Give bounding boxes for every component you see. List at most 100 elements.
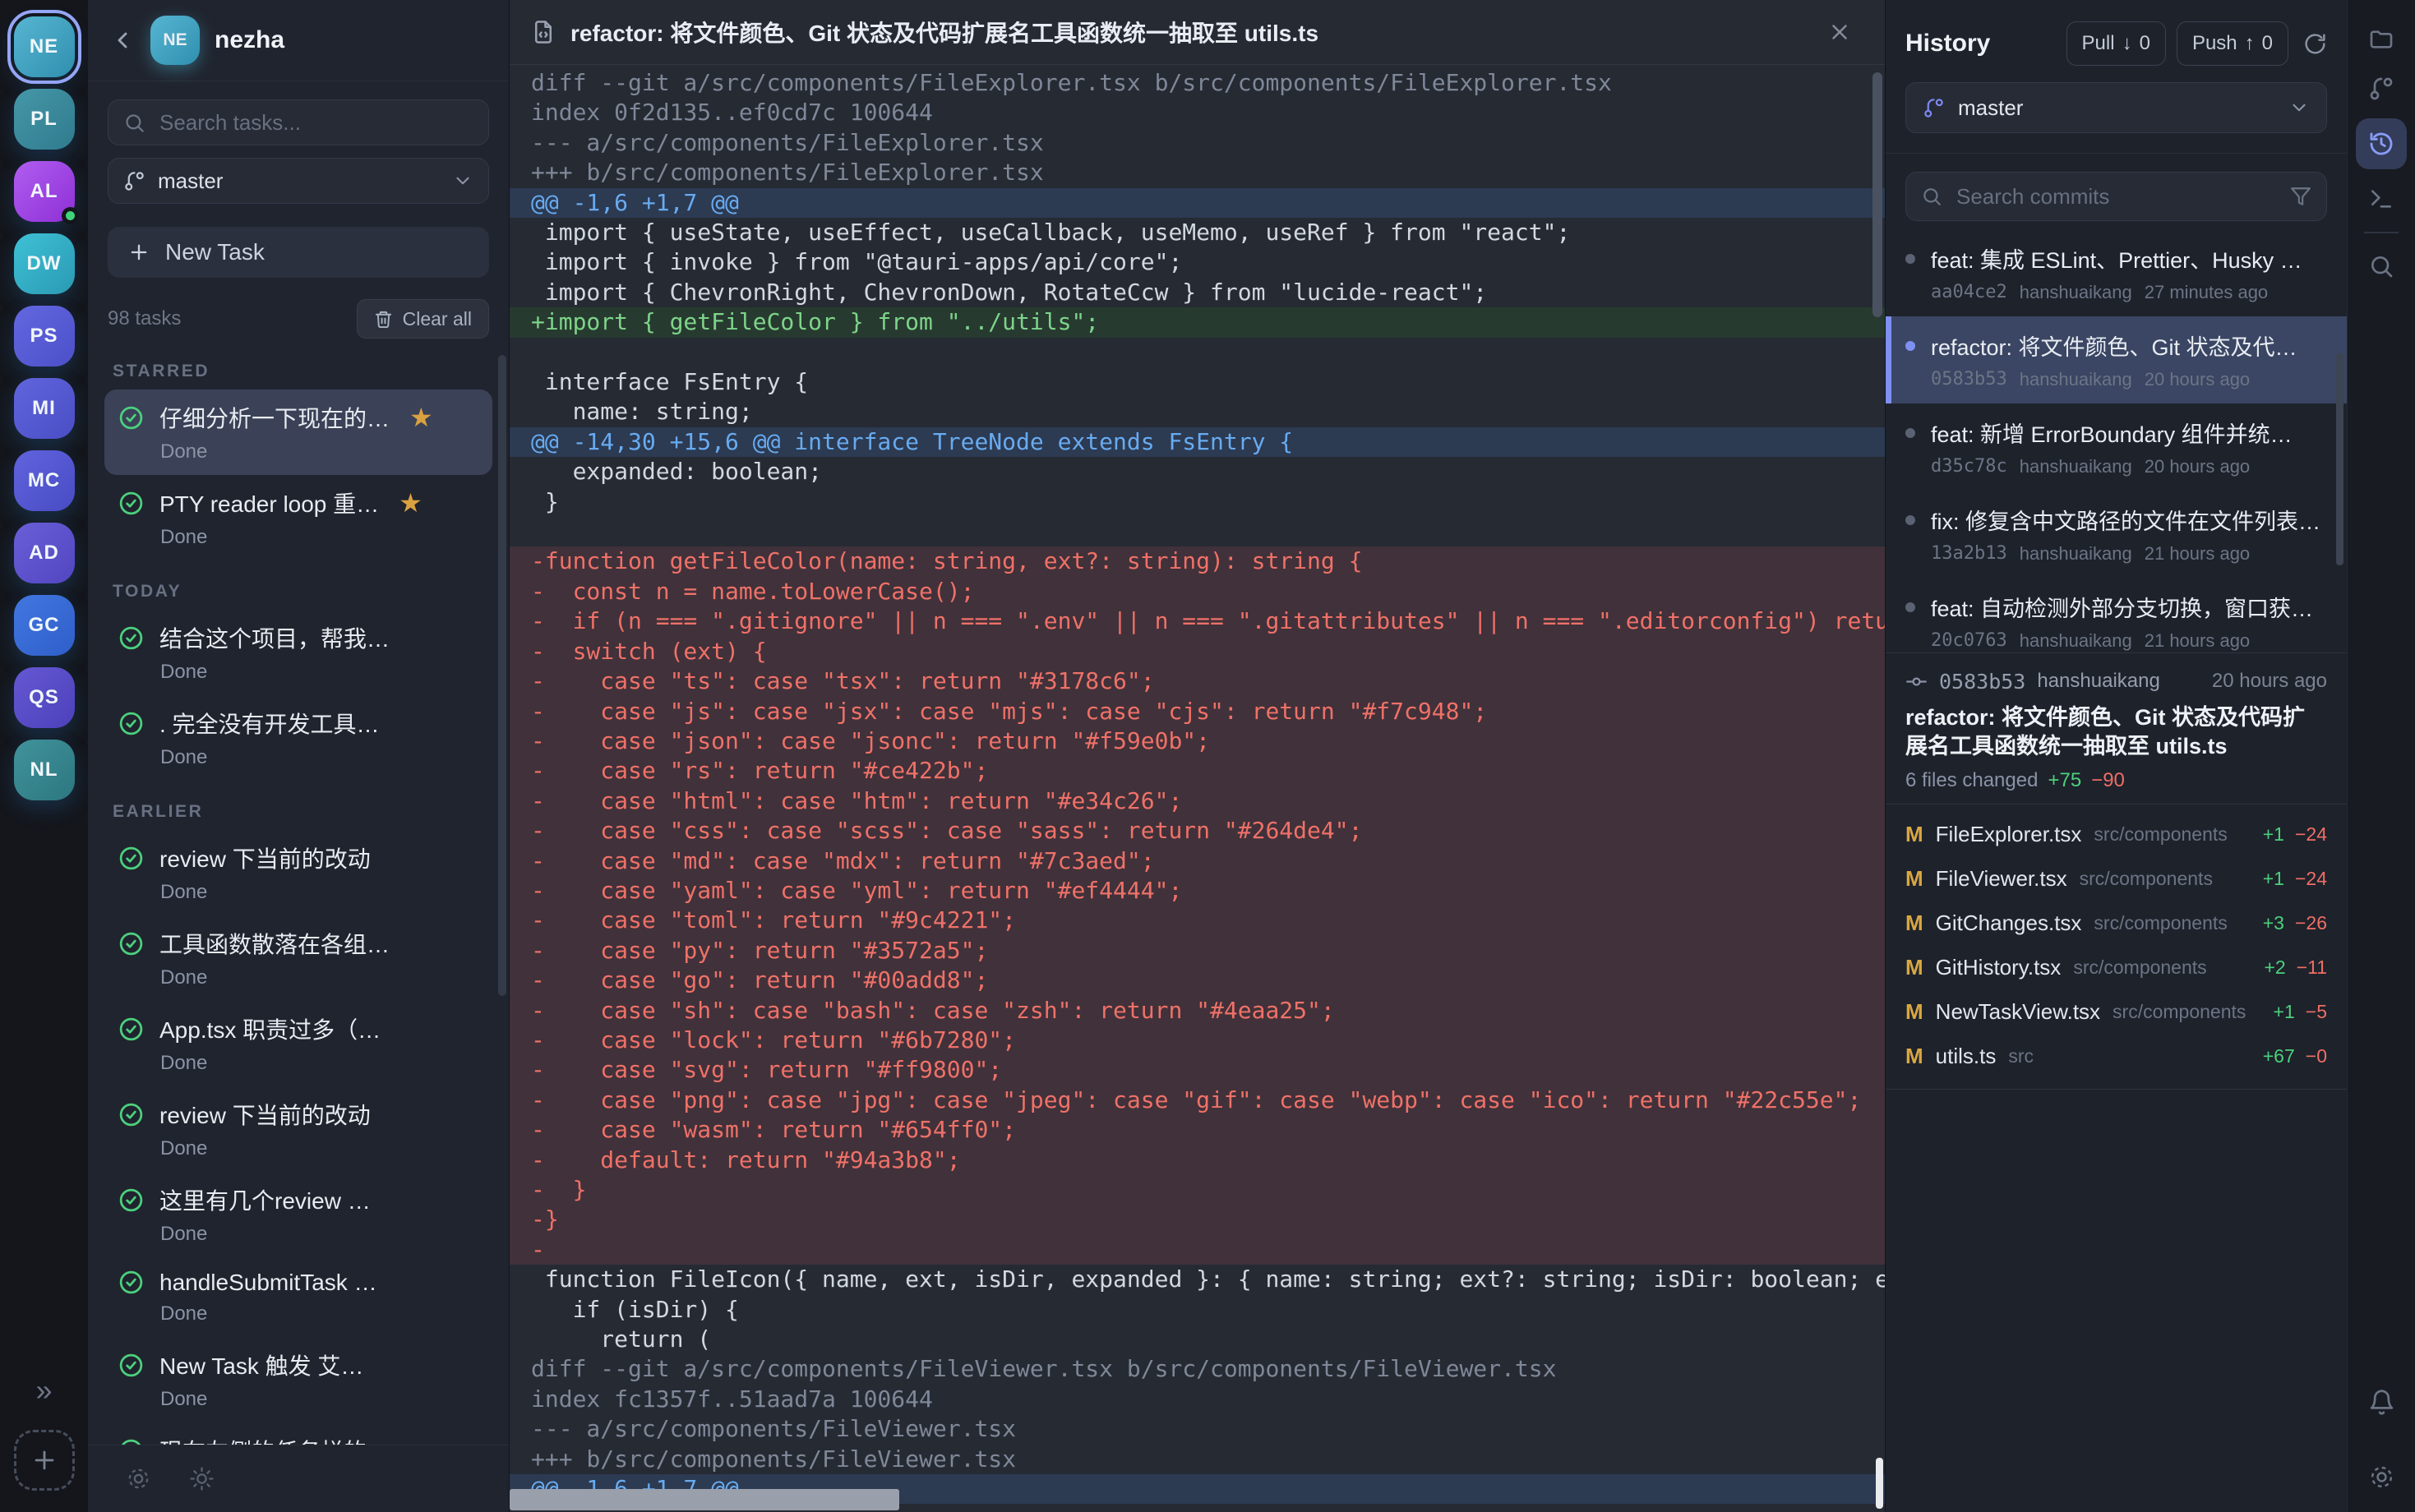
- diff-line: @@ -14,30 +15,6 @@ interface TreeNode ex…: [510, 427, 1885, 457]
- star-icon[interactable]: ★: [399, 490, 423, 516]
- task-search-box[interactable]: [108, 99, 489, 145]
- diff-vertical-scrollbar[interactable]: [1872, 72, 1882, 317]
- history-tab-active[interactable]: [2356, 118, 2407, 169]
- sidebar-scrollbar[interactable]: [498, 355, 506, 996]
- file-name: NewTaskView.tsx: [1936, 999, 2100, 1025]
- workspace-avatar[interactable]: PS: [14, 306, 75, 366]
- changed-file-row[interactable]: M utils.ts src +67 −0: [1905, 1035, 2327, 1079]
- workspace-avatar[interactable]: PL: [14, 89, 75, 150]
- workspace-avatar[interactable]: AL: [14, 161, 75, 222]
- task-item[interactable]: 工具函数散落在各组… Done: [104, 915, 492, 1001]
- workspace-avatar[interactable]: NL: [14, 740, 75, 800]
- push-button[interactable]: Push ↑ 0: [2177, 21, 2288, 66]
- expand-rail-button[interactable]: »: [35, 1376, 52, 1405]
- section-header-today: TODAY: [113, 582, 484, 602]
- task-item[interactable]: 现在左侧的任务栏的… Done: [104, 1422, 492, 1445]
- pull-label: Pull: [2082, 32, 2115, 55]
- diff-line: import { invoke } from "@tauri-apps/api/…: [510, 247, 1885, 277]
- workspace-avatar[interactable]: QS: [14, 667, 75, 728]
- task-item[interactable]: review 下当前的改动 Done: [104, 830, 492, 915]
- git-changes-icon[interactable]: [2368, 76, 2394, 102]
- workspace-avatar[interactable]: DW: [14, 233, 75, 294]
- workspace-avatar-initials: DW: [27, 252, 62, 275]
- changed-file-row[interactable]: M GitHistory.tsx src/components +2 −11: [1905, 946, 2327, 990]
- task-item[interactable]: . 完全没有开发工具… Done: [104, 695, 492, 781]
- diff-horizontal-scrollbar[interactable]: [510, 1489, 899, 1510]
- workspace-avatar[interactable]: GC: [14, 595, 75, 656]
- done-check-icon: [118, 1187, 145, 1214]
- task-title: 仔细分析一下现在的…: [159, 401, 390, 434]
- search-icon: [1921, 186, 1942, 207]
- files-folder-icon[interactable]: [2368, 26, 2394, 53]
- diff-corner-scrollbar[interactable]: [1876, 1458, 1883, 1509]
- notifications-bell-icon[interactable]: [2368, 1389, 2395, 1416]
- workspace-avatar[interactable]: MC: [14, 450, 75, 511]
- commit-list-scrollbar[interactable]: [2336, 353, 2343, 565]
- task-list: STARRED 仔细分析一下现在的… ★ Done: [88, 339, 509, 1445]
- settings-gear-icon[interactable]: [2368, 1464, 2395, 1491]
- history-branch-selector[interactable]: master: [1905, 82, 2327, 133]
- task-item[interactable]: review 下当前的改动 Done: [104, 1086, 492, 1172]
- workspace-avatar[interactable]: AD: [14, 523, 75, 583]
- file-deletions: −5: [2306, 1001, 2327, 1023]
- pull-button[interactable]: Pull ↓ 0: [2066, 21, 2166, 66]
- commit-author: hanshuaikang: [2020, 282, 2132, 303]
- changed-file-row[interactable]: M FileExplorer.tsx src/components +1 −24: [1905, 813, 2327, 857]
- workspace-avatar[interactable]: NE: [14, 16, 75, 77]
- commit-item[interactable]: refactor: 将文件颜色、Git 状态及代… 0583b53 hanshu…: [1886, 316, 2347, 403]
- task-item[interactable]: 这里有几个review … Done: [104, 1172, 492, 1257]
- diff-line: - case "ts": case "tsx": return "#3178c6…: [510, 666, 1885, 696]
- file-deletions: −24: [2295, 868, 2327, 890]
- commit-author: hanshuaikang: [2020, 369, 2132, 390]
- task-item[interactable]: 结合这个项目，帮我… Done: [104, 610, 492, 695]
- global-search-icon[interactable]: [2368, 253, 2394, 279]
- refresh-icon[interactable]: [2303, 32, 2327, 56]
- commit-item[interactable]: feat: 新增 ErrorBoundary 组件并统… d35c78c han…: [1886, 403, 2347, 491]
- task-item[interactable]: handleSubmitTask … Done: [104, 1257, 492, 1337]
- file-deletions: −0: [2306, 1045, 2327, 1067]
- filter-funnel-icon[interactable]: [2290, 186, 2311, 207]
- file-additions: +1: [2263, 868, 2284, 890]
- task-status: Done: [160, 966, 479, 989]
- changed-file-row[interactable]: M FileViewer.tsx src/components +1 −24: [1905, 857, 2327, 901]
- task-item[interactable]: App.tsx 职责过多（… Done: [104, 1001, 492, 1086]
- star-icon[interactable]: ★: [409, 404, 433, 431]
- done-check-icon: [118, 1269, 145, 1296]
- task-item[interactable]: New Task 触发 艾… Done: [104, 1337, 492, 1422]
- task-status: Done: [160, 526, 479, 549]
- new-task-button[interactable]: New Task: [108, 227, 489, 278]
- done-check-icon: [118, 1101, 145, 1128]
- changed-file-row[interactable]: M GitChanges.tsx src/components +3 −26: [1905, 901, 2327, 946]
- close-icon[interactable]: [1827, 20, 1852, 44]
- file-additions: +3: [2263, 912, 2284, 934]
- commit-search-input[interactable]: [1955, 183, 2278, 210]
- back-button[interactable]: [109, 27, 136, 53]
- diff-code[interactable]: diff --git a/src/components/FileExplorer…: [510, 65, 1885, 1512]
- commit-time: 20 hours ago: [2145, 456, 2250, 477]
- arrow-down-icon: ↓: [2122, 32, 2132, 55]
- changed-file-row[interactable]: M NewTaskView.tsx src/components +1 −5: [1905, 990, 2327, 1035]
- task-item[interactable]: 仔细分析一下现在的… ★ Done: [104, 390, 492, 475]
- file-path: src/components: [2073, 957, 2206, 979]
- add-workspace-button[interactable]: [14, 1430, 75, 1491]
- commit-item[interactable]: fix: 修复含中文路径的文件在文件列表… 13a2b13 hanshuaika…: [1886, 491, 2347, 578]
- terminal-icon[interactable]: [2368, 186, 2394, 212]
- modified-status-badge: M: [1905, 999, 1923, 1025]
- task-search-input[interactable]: [158, 109, 473, 136]
- commit-item[interactable]: feat: 集成 ESLint、Prettier、Husky … aa04ce2…: [1886, 229, 2347, 316]
- project-title: nezha: [215, 26, 284, 54]
- trash-icon: [374, 310, 393, 329]
- diff-line: diff --git a/src/components/FileExplorer…: [510, 68, 1885, 98]
- plus-icon: [30, 1446, 58, 1474]
- diff-line: }: [510, 487, 1885, 517]
- clear-all-button[interactable]: Clear all: [357, 299, 489, 339]
- branch-selector[interactable]: master: [108, 158, 489, 204]
- settings-gear-icon[interactable]: [126, 1466, 151, 1491]
- done-check-icon: [118, 625, 145, 652]
- diff-line: - case "md": case "mdx": return "#7c3aed…: [510, 846, 1885, 876]
- workspace-avatar[interactable]: MI: [14, 378, 75, 439]
- task-item[interactable]: PTY reader loop 重… ★ Done: [104, 475, 492, 560]
- theme-sun-icon[interactable]: [189, 1466, 215, 1491]
- commit-item[interactable]: feat: 自动检测外部分支切换，窗口获… 20c0763 hanshuaika…: [1886, 578, 2347, 652]
- commit-search-box[interactable]: [1905, 172, 2327, 221]
